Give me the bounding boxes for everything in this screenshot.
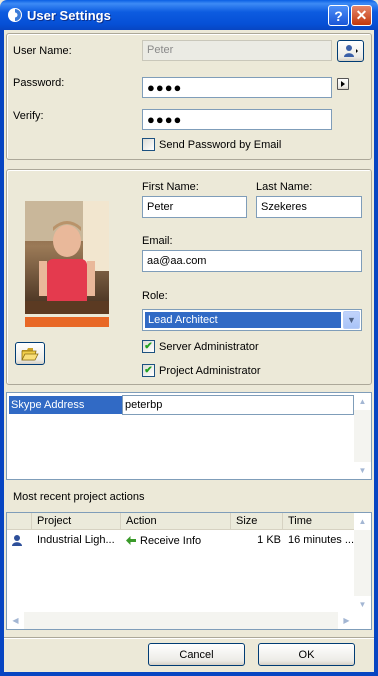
recent-actions-label: Most recent project actions [13,491,145,503]
role-selected-value: Lead Architect [145,312,341,328]
list-header: Project Action Size Time [7,513,355,530]
project-admin-checkbox[interactable]: ✔ [142,364,155,377]
window-title: User Settings [27,8,111,23]
email-label: Email: [142,235,173,247]
server-admin-checkbox-row[interactable]: ✔ Server Administrator [142,340,259,353]
property-key[interactable]: Skype Address [9,396,122,414]
user-icon [343,45,358,57]
project-admin-checkbox-row[interactable]: ✔ Project Administrator [142,364,260,377]
properties-vertical-scrollbar[interactable]: ▲ ▼ [354,393,371,479]
properties-list[interactable]: Skype Address peterbp ▲ ▼ [6,392,372,480]
verify-label: Verify: [13,110,44,122]
window-frame-left [0,30,4,676]
triangle-right-icon [341,81,345,87]
photo-status-bar [25,317,109,327]
person-photo-image [25,201,109,314]
user-picker-button[interactable] [337,40,364,62]
browse-photo-button[interactable] [15,342,45,365]
column-header-action[interactable]: Action [121,513,231,530]
password-label: Password: [13,77,65,89]
user-photo [25,201,109,314]
row-user-cell [7,532,32,549]
row-action-text: Receive Info [140,534,202,547]
email-input[interactable]: aa@aa.com [142,250,362,272]
chevron-down-icon[interactable]: ▼ [343,311,360,329]
recent-actions-list[interactable]: Project Action Size Time Industrial Ligh… [6,512,372,630]
scroll-right-icon[interactable]: ▶ [338,612,355,629]
table-row[interactable]: Industrial Ligh... Receive Info 1 KB 16 … [7,532,355,549]
scroll-up-icon[interactable]: ▲ [354,393,371,410]
first-name-input[interactable]: Peter [142,196,247,218]
scroll-up-icon[interactable]: ▲ [354,513,371,530]
row-project-cell: Industrial Ligh... [37,534,115,546]
close-button[interactable]: ✕ [351,5,372,26]
password-input[interactable]: ●●●● [142,77,332,98]
server-admin-label: Server Administrator [159,340,259,353]
window-frame-bottom [0,672,378,676]
window-frame-right [374,30,378,676]
row-time-cell: 16 minutes ... [288,534,355,546]
cancel-button[interactable]: Cancel [148,643,245,666]
scroll-down-icon[interactable]: ▼ [354,596,371,613]
list-vertical-scrollbar[interactable]: ▲ ▼ [354,513,371,613]
server-admin-checkbox[interactable]: ✔ [142,340,155,353]
folder-open-icon [21,347,39,360]
property-value-input[interactable]: peterbp [122,395,354,415]
column-header-blank[interactable] [7,513,32,530]
role-label: Role: [142,290,168,302]
send-password-checkbox-row[interactable]: Send Password by Email [142,138,281,151]
column-header-project[interactable]: Project [32,513,121,530]
project-admin-label: Project Administrator [159,364,261,377]
user-name-field: Peter [142,40,332,61]
arrow-left-icon [126,536,136,545]
scroll-down-icon[interactable]: ▼ [354,462,371,479]
last-name-input[interactable]: Szekeres [256,196,362,218]
password-options-button[interactable] [337,78,349,90]
scroll-left-icon[interactable]: ◀ [7,612,24,629]
send-password-label: Send Password by Email [159,138,282,151]
list-horizontal-scrollbar[interactable]: ◀ ▶ [7,612,355,629]
user-icon [12,535,22,546]
last-name-label: Last Name: [256,181,313,193]
column-header-time[interactable]: Time [283,513,355,530]
send-password-checkbox[interactable] [142,138,155,151]
row-size-cell: 1 KB [257,534,281,546]
first-name-label: First Name: [142,181,199,193]
role-select[interactable]: Lead Architect ▼ [142,309,362,331]
row-action-cell: Receive Info [121,532,231,549]
ok-button[interactable]: OK [258,643,355,666]
app-icon [8,8,22,22]
column-header-size[interactable]: Size [231,513,283,530]
footer-divider [4,637,374,639]
user-name-label: User Name: [13,45,72,57]
title-bar: User Settings ? ✕ [0,0,378,30]
help-button[interactable]: ? [328,5,349,26]
verify-input[interactable]: ●●●● [142,109,332,130]
